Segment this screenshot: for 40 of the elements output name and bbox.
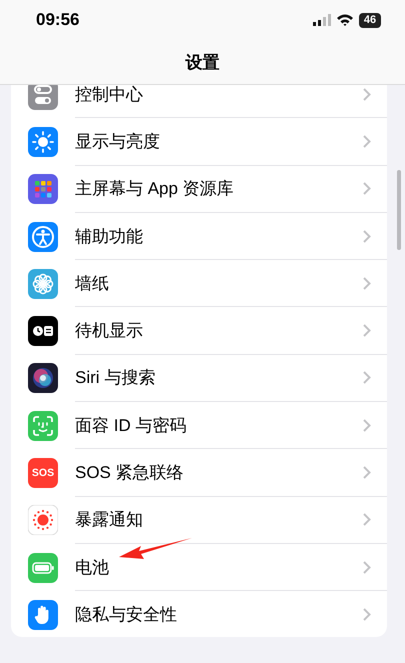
chevron-icon	[363, 182, 371, 196]
setting-label[interactable]: 隐私与安全性	[75, 603, 363, 626]
setting-label[interactable]: 面容 ID 与密码	[75, 414, 363, 437]
chevron-icon	[363, 276, 371, 290]
chevron-icon	[363, 371, 371, 384]
setting-label[interactable]: 暴露通知	[75, 508, 363, 532]
chevron-icon	[363, 418, 371, 432]
chevron-icon	[363, 134, 371, 148]
face-scan-icon	[28, 410, 58, 441]
hand-icon	[28, 600, 58, 630]
sun-icon	[28, 126, 58, 157]
setting-label[interactable]: SOS 紧急联络	[75, 461, 363, 484]
chevron-icon	[363, 608, 371, 622]
setting-label[interactable]: 主屏幕与 App 资源库	[75, 177, 363, 200]
app-grid-icon	[28, 174, 58, 204]
setting-label[interactable]: 待机显示	[75, 319, 363, 342]
chevron-icon	[363, 324, 371, 338]
setting-label[interactable]: 辅助功能	[75, 224, 363, 248]
orb-icon	[28, 363, 58, 394]
battery-icon	[28, 552, 58, 583]
wifi-icon	[337, 14, 353, 26]
chevron-icon	[363, 230, 371, 243]
sun-dots-icon	[28, 505, 58, 536]
emergency-icon: SOS	[28, 458, 58, 488]
chevron-icon	[363, 560, 371, 574]
person-icon	[28, 222, 58, 252]
chevron-icon	[363, 513, 371, 526]
setting-label[interactable]: 显示与亮度	[75, 130, 363, 153]
chevron-icon	[363, 466, 371, 480]
flower-icon	[28, 268, 58, 299]
status-time: 09:56	[36, 10, 80, 30]
page-title: 设置	[186, 52, 220, 74]
battery-level: 46	[359, 12, 381, 28]
setting-label[interactable]: Siri 与搜索	[75, 366, 363, 390]
clock-icon	[28, 316, 58, 346]
signal-icon	[313, 14, 331, 26]
setting-label[interactable]: 墙纸	[75, 272, 363, 295]
setting-label[interactable]: 控制中心	[75, 85, 363, 106]
chevron-icon	[363, 88, 371, 101]
setting-label[interactable]: 电池	[75, 556, 363, 579]
